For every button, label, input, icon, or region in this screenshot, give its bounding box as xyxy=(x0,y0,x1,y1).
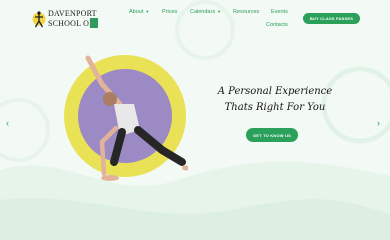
page: DAVENPORT SCHOOL OF About ▼ Prices Calend… xyxy=(0,0,390,240)
logo-badge xyxy=(90,18,98,28)
chevron-down-icon: ▼ xyxy=(217,9,222,14)
buy-class-passes-button[interactable]: BUY CLASS PASSES xyxy=(303,13,360,24)
nav-about-label: About xyxy=(129,9,144,15)
get-to-know-us-button[interactable]: GET TO KNOW US xyxy=(246,128,298,142)
nav-item-contacts[interactable]: Contacts xyxy=(266,22,288,28)
hero-heading-line2: Thats Right For You xyxy=(224,102,326,113)
nav-item-events[interactable]: Events xyxy=(271,9,288,15)
nav-item-prices[interactable]: Prices xyxy=(162,9,177,15)
nav-calendars-label: Calendars xyxy=(190,9,216,15)
hero-heading-line1: A Personal Experience xyxy=(217,86,333,97)
hero-photo-illustration xyxy=(64,55,190,181)
site-header: DAVENPORT SCHOOL OF About ▼ Prices Calend… xyxy=(0,0,390,36)
background-decoration xyxy=(0,0,390,240)
yoga-figure-logo-icon xyxy=(32,11,46,28)
chevron-down-icon: ▼ xyxy=(145,9,150,14)
chevron-left-icon[interactable]: ‹ xyxy=(6,118,9,128)
logo-text-line2: SCHOOL OF xyxy=(48,19,94,28)
chevron-right-icon[interactable]: › xyxy=(377,118,380,128)
nav-item-calendars[interactable]: Calendars ▼ xyxy=(190,9,221,15)
nav-item-resources[interactable]: Resources xyxy=(233,9,259,15)
hero-image xyxy=(62,44,190,186)
nav-item-about[interactable]: About ▼ xyxy=(129,9,149,15)
logo-text-line1: DAVENPORT xyxy=(48,9,97,18)
site-logo[interactable]: DAVENPORT SCHOOL OF xyxy=(32,8,98,30)
